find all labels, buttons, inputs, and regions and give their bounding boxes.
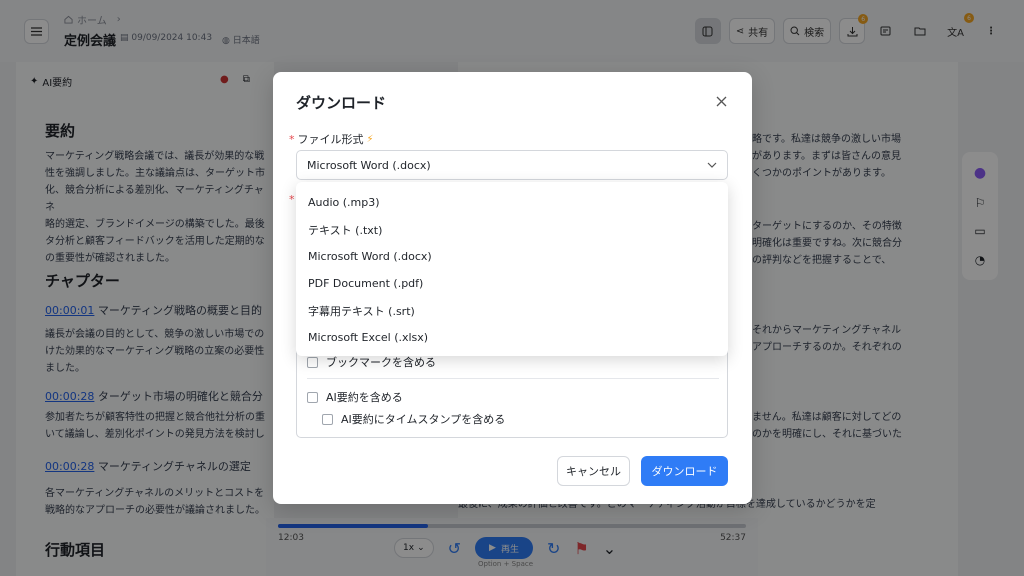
format-select[interactable]: Microsoft Word (.docx) — [296, 150, 728, 180]
close-button[interactable] — [712, 92, 730, 110]
chevron-down-icon — [707, 162, 717, 168]
second-required-label: * — [289, 193, 295, 206]
bookmarks-checkbox[interactable] — [307, 356, 318, 368]
selected-format: Microsoft Word (.docx) — [307, 158, 431, 172]
required-mark: * — [289, 193, 295, 206]
format-option-pdf[interactable]: PDF Document (.pdf) — [296, 270, 728, 297]
format-option-mp3[interactable]: Audio (.mp3) — [296, 189, 728, 216]
format-label: * ファイル形式 ⚡ — [289, 132, 374, 147]
download-confirm-button[interactable]: ダウンロード — [641, 456, 728, 486]
ai-summary-option[interactable]: AI要約を含める — [307, 389, 403, 405]
divider — [307, 378, 719, 379]
close-icon — [716, 96, 726, 106]
format-dropdown: Audio (.mp3) テキスト (.txt) Microsoft Word … — [296, 182, 728, 356]
required-mark: * — [289, 132, 295, 146]
format-option-srt[interactable]: 字幕用テキスト (.srt) — [296, 297, 728, 324]
ai-summary-checkbox[interactable] — [307, 391, 318, 403]
format-option-xlsx[interactable]: Microsoft Excel (.xlsx) — [296, 324, 728, 351]
bookmarks-option[interactable]: ブックマークを含める — [307, 354, 436, 370]
ai-timestamps-option[interactable]: AI要約にタイムスタンプを含める — [322, 411, 505, 427]
cancel-button[interactable]: キャンセル — [557, 456, 630, 486]
format-option-docx[interactable]: Microsoft Word (.docx) — [296, 243, 728, 270]
ai-timestamps-checkbox[interactable] — [322, 413, 333, 425]
lightning-icon: ⚡ — [366, 133, 374, 145]
dialog-title: ダウンロード — [296, 94, 387, 112]
format-option-txt[interactable]: テキスト (.txt) — [296, 216, 728, 243]
